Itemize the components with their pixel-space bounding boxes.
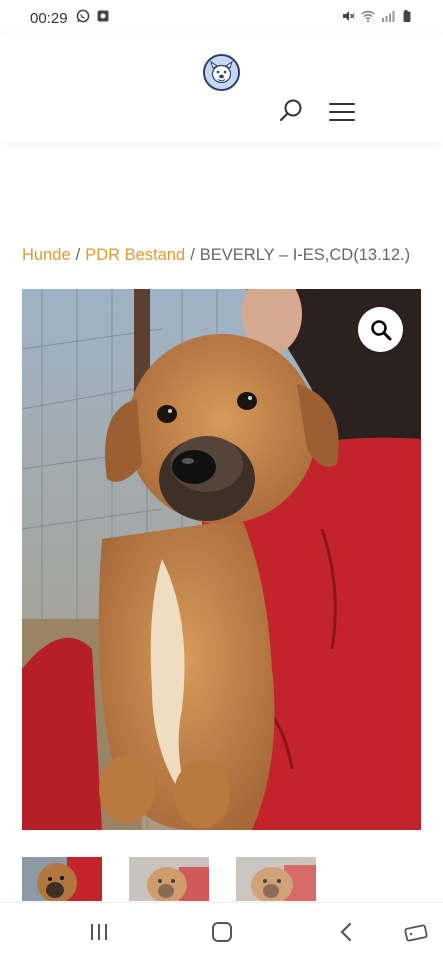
back-icon[interactable]: [334, 921, 358, 943]
status-right-icons: [341, 9, 415, 23]
mute-icon: [343, 11, 355, 21]
breadcrumb-separator: /: [190, 246, 195, 264]
search-button[interactable]: [278, 98, 304, 124]
magnifier-icon: [370, 319, 391, 340]
home-icon[interactable]: [210, 921, 234, 943]
recent-apps-icon[interactable]: [87, 921, 111, 943]
battery-icon: [403, 10, 411, 22]
dog-logo-icon[interactable]: [203, 54, 240, 91]
breadcrumb: Hunde / PDR Bestand / BEVERLY – I-ES,CD(13.1…: [22, 246, 410, 265]
status-bar: 00:29: [0, 0, 443, 36]
thumbnail-3[interactable]: [236, 857, 316, 901]
zoom-button[interactable]: [358, 307, 403, 352]
thumbnail-strip: [22, 857, 316, 901]
search-icon: [279, 99, 302, 122]
breadcrumb-separator: /: [75, 246, 81, 264]
thumbnail-2[interactable]: [129, 857, 209, 901]
status-time: 00:29: [30, 10, 68, 27]
wifi-icon: [361, 10, 375, 22]
thumbnail-1[interactable]: [22, 857, 102, 901]
product-main-image[interactable]: [22, 289, 421, 830]
breadcrumb-link-pdr-bestand[interactable]: PDR Bestand: [85, 246, 185, 264]
site-header: [0, 36, 443, 142]
system-nav-bar: [0, 902, 443, 960]
rotate-icon[interactable]: [404, 921, 428, 943]
breadcrumb-link-hunde[interactable]: Hunde: [22, 246, 71, 264]
signal-icon: [382, 11, 395, 22]
whatsapp-icon: [76, 9, 90, 23]
notification-icon: [97, 10, 109, 22]
hamburger-menu-icon[interactable]: [329, 103, 355, 123]
breadcrumb-current: BEVERLY – I-ES,CD(13.12.): [199, 246, 411, 264]
status-left-icons: [76, 9, 110, 23]
